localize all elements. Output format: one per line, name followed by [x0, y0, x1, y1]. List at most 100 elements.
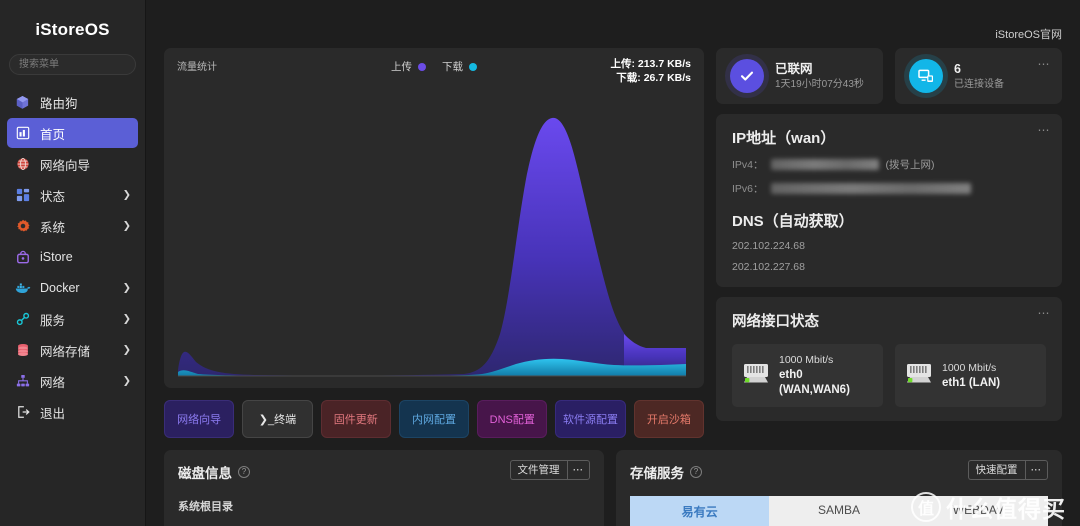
- sidebar-item-label: 网络存储: [40, 344, 91, 359]
- dns-server-1: 202.102.224.68: [732, 240, 805, 252]
- sidebar-item-network[interactable]: 网络 ❯: [7, 366, 138, 396]
- interfaces-menu-button[interactable]: ⋯: [1038, 306, 1052, 320]
- interface-eth0[interactable]: 1000 Mbit/s eth0 (WAN,WAN6): [732, 344, 883, 407]
- chevron-right-icon: ❯: [122, 313, 131, 325]
- sidebar-item-services[interactable]: 服务 ❯: [7, 304, 138, 334]
- disk-section-label: 系统根目录: [178, 501, 233, 513]
- database-icon: [14, 342, 31, 358]
- sidebar-search: [0, 54, 145, 85]
- quick-button-terminal[interactable]: ❯_终端: [242, 400, 313, 438]
- stat-download: 下载: 26.7 KB/s: [616, 72, 691, 84]
- interface-eth1[interactable]: 1000 Mbit/s eth1 (LAN): [895, 344, 1046, 407]
- ethernet-port-icon: [906, 363, 932, 389]
- devices-menu-button[interactable]: ⋯: [1038, 57, 1052, 71]
- file-manager-button[interactable]: 文件管理: [509, 460, 567, 480]
- sidebar-item-docker[interactable]: Docker ❯: [7, 273, 138, 303]
- sidebar-item-label: Docker: [40, 281, 80, 295]
- sidebar-item-home[interactable]: 首页: [7, 118, 138, 148]
- quick-button-firmware-update[interactable]: 固件更新: [320, 400, 391, 438]
- quick-actions-bar: 网络向导 ❯_终端 固件更新 内网配置 DNS配置 软件源配置 开启沙箱: [164, 400, 704, 438]
- dashboard-grid: 流量统计 上传 下载 上传: 213.7 KB/s 下载: 26.7 KB/s …: [146, 48, 1080, 438]
- legend-item-upload[interactable]: 上传: [391, 59, 426, 74]
- interface-speed: 1000 Mbit/s: [942, 361, 997, 374]
- sidebar-item-logout[interactable]: 退出: [7, 397, 138, 427]
- sidebar-item-network-storage[interactable]: 网络存储 ❯: [7, 335, 138, 365]
- legend-item-download[interactable]: 下载: [442, 59, 477, 74]
- ip-card-menu-button[interactable]: ⋯: [1038, 123, 1052, 137]
- app-root: iStoreOS 路由狗 首页 网络向导: [0, 0, 1080, 526]
- chart-title: 流量统计: [177, 62, 217, 73]
- quick-button-network-wizard[interactable]: 网络向导: [164, 400, 235, 438]
- tab-webdav[interactable]: WEBDAV: [908, 496, 1048, 526]
- ethernet-port-icon: [743, 363, 769, 389]
- main-content: iStoreOS官网 流量统计 上传 下载 上传: 213.7 KB/s 下载:…: [146, 0, 1080, 526]
- devices-icon: [909, 59, 943, 93]
- sidebar-item-network-wizard[interactable]: 网络向导: [7, 149, 138, 179]
- left-column: 流量统计 上传 下载 上传: 213.7 KB/s 下载: 26.7 KB/s …: [164, 48, 704, 438]
- logout-icon: [14, 404, 31, 420]
- connection-status-text: 已联网 1天19小时07分43秒: [775, 61, 864, 92]
- help-icon[interactable]: ?: [690, 466, 702, 478]
- chart-svg: [178, 117, 686, 377]
- storage-tabs: 易有云 SAMBA WEBDAV: [630, 496, 1048, 526]
- connected-devices-card[interactable]: 6 已连接设备 ⋯: [895, 48, 1062, 104]
- check-circle-icon: [730, 59, 764, 93]
- sidebar-item-istore[interactable]: iStore: [7, 242, 138, 272]
- legend-label: 下载: [442, 61, 463, 73]
- interface-name: eth1 (LAN): [942, 376, 1001, 389]
- brand-logo: iStoreOS: [35, 20, 110, 39]
- connection-uptime: 1天19小时07分43秒: [775, 78, 864, 90]
- dns-title: DNS（自动获取）: [732, 213, 854, 230]
- interface-eth0-text: 1000 Mbit/s eth0 (WAN,WAN6): [779, 353, 872, 398]
- storage-title-text: 存储服务: [630, 466, 684, 481]
- ipv6-row: IPv6：: [732, 181, 1046, 196]
- sidebar-item-system[interactable]: 系统 ❯: [7, 211, 138, 241]
- right-column: 已联网 1天19小时07分43秒 6 已连接设备 ⋯ IP地址（wan） ⋯ I…: [716, 48, 1062, 438]
- sidebar-item-label: 网络向导: [40, 158, 91, 173]
- sidebar-item-label: 首页: [40, 127, 66, 142]
- help-icon[interactable]: ?: [238, 466, 250, 478]
- sidebar-item-status[interactable]: 状态 ❯: [7, 180, 138, 210]
- devices-text: 6 已连接设备: [954, 61, 1004, 92]
- tab-samba[interactable]: SAMBA: [769, 496, 909, 526]
- upload-area: [178, 117, 686, 376]
- quick-config-button[interactable]: 快速配置: [967, 460, 1025, 480]
- quick-button-lan-config[interactable]: 内网配置: [398, 400, 470, 438]
- chart-stats: 上传: 213.7 KB/s 下载: 26.7 KB/s: [610, 57, 691, 85]
- grid-icon: [14, 187, 31, 203]
- ipv6-value-redacted: [770, 183, 971, 194]
- chevron-right-icon: ❯: [122, 375, 131, 387]
- connection-status-card[interactable]: 已联网 1天19小时07分43秒: [716, 48, 883, 104]
- storage-service-card: 存储服务 ? 快速配置 ⋯ 易有云 SAMBA WEBDAV: [616, 450, 1062, 526]
- search-input[interactable]: [9, 54, 136, 75]
- quick-button-dns-config[interactable]: DNS配置: [477, 400, 548, 438]
- disk-title-text: 磁盘信息: [178, 466, 232, 481]
- chevron-right-icon: ❯: [122, 220, 131, 232]
- bag-icon: [14, 249, 31, 265]
- legend-label: 上传: [391, 61, 412, 73]
- storage-card-menu-button[interactable]: ⋯: [1024, 460, 1048, 480]
- home-icon: [14, 125, 31, 141]
- traffic-chart-card: 流量统计 上传 下载 上传: 213.7 KB/s 下载: 26.7 KB/s: [164, 48, 704, 388]
- quick-button-sandbox[interactable]: 开启沙箱: [633, 400, 704, 438]
- globe-icon: [14, 156, 31, 172]
- link-icon: [14, 311, 31, 327]
- sidebar-item-label: iStore: [40, 250, 73, 264]
- stat-upload: 上传: 213.7 KB/s: [610, 58, 691, 70]
- network-interfaces-card: 网络接口状态 ⋯ 1000 Mbit/s eth0 (WAN,WAN6) 100…: [716, 297, 1062, 421]
- ip-address-card: IP地址（wan） ⋯ IPv4： (拨号上网) IPv6： DNS（自动获取）…: [716, 114, 1062, 287]
- tab-yiyouyun[interactable]: 易有云: [630, 496, 770, 526]
- interfaces-list: 1000 Mbit/s eth0 (WAN,WAN6) 1000 Mbit/s …: [732, 344, 1046, 407]
- chart-legend: 上传 下载: [391, 59, 477, 74]
- sidebar-item-label: 服务: [40, 313, 66, 328]
- official-site-link[interactable]: iStoreOS官网: [995, 26, 1062, 42]
- ipv4-note: (拨号上网): [885, 159, 935, 171]
- whale-icon: [14, 280, 31, 296]
- disk-card-menu-button[interactable]: ⋯: [566, 460, 590, 480]
- chevron-right-icon: ❯: [122, 344, 131, 356]
- sidebar-item-routerdog[interactable]: 路由狗: [7, 87, 138, 117]
- quick-button-repo-config[interactable]: 软件源配置: [555, 400, 626, 438]
- ipv4-value-redacted: [770, 159, 879, 170]
- sidebar-item-label: 网络: [40, 375, 66, 390]
- chart-plot: [164, 84, 704, 388]
